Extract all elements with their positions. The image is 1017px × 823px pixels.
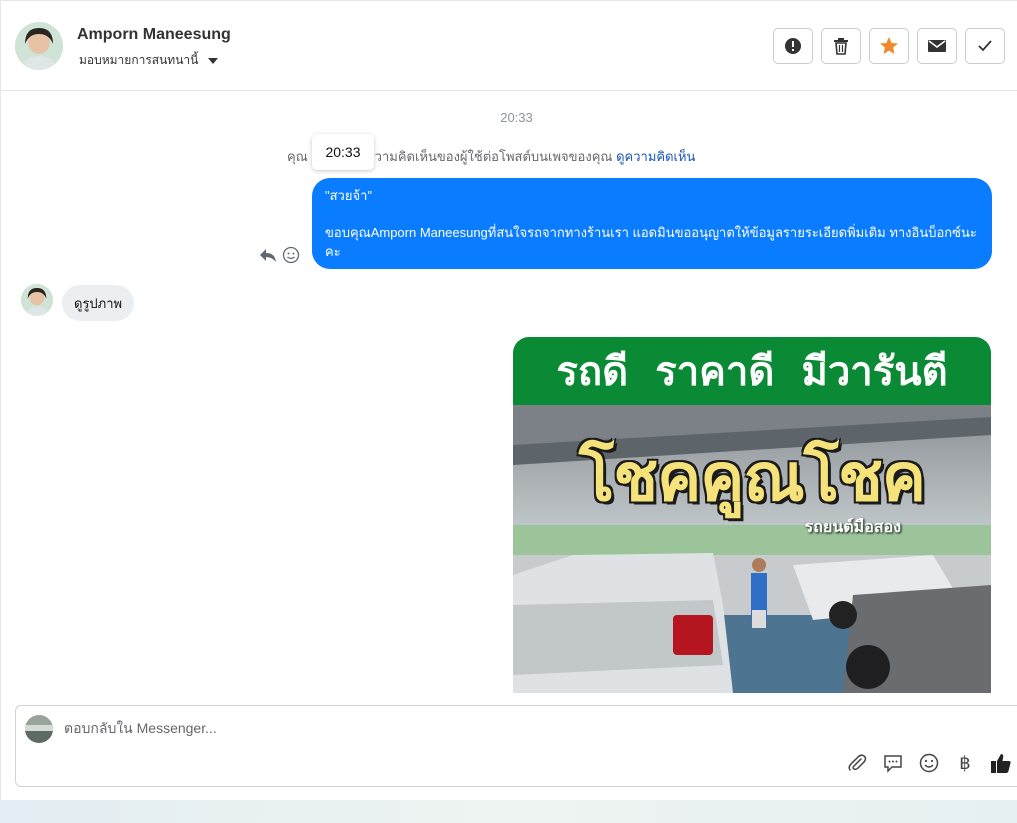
- outgoing-message-bubble[interactable]: "สวยจ้า" ขอบคุณAmporn Maneesungที่สนใจรถ…: [312, 178, 992, 269]
- payment-button[interactable]: ฿: [954, 752, 976, 774]
- reply-input[interactable]: [64, 720, 764, 736]
- emoji-button[interactable]: [918, 752, 940, 774]
- view-comment-link[interactable]: ดูความคิดเห็น: [616, 149, 695, 164]
- saved-reply-icon: [884, 755, 902, 773]
- quoted-comment: "สวยจ้า": [325, 188, 372, 203]
- outgoing-message-text: ขอบคุณAmporn Maneesungที่สนใจรถจากทางร้า…: [325, 225, 977, 259]
- incoming-message-bubble[interactable]: ดูรูปภาพ: [62, 285, 135, 321]
- paperclip-icon: [848, 754, 867, 771]
- shared-image[interactable]: รถดี ราคาดี มีวารันตี โชคคูณโชค รถยนต์มื…: [513, 337, 991, 693]
- attach-file-button[interactable]: [846, 752, 868, 774]
- emoji-icon: [919, 753, 939, 773]
- check-icon: [978, 40, 992, 52]
- delete-button[interactable]: [821, 28, 861, 64]
- thumbs-up-icon: [991, 754, 1011, 773]
- trash-icon: [834, 38, 848, 55]
- notice-text: ลับความคิดเห็นของผู้ใช้ต่อโพสต์บนเพจของค…: [349, 149, 613, 164]
- star-icon: [880, 37, 898, 54]
- chevron-down-icon: [208, 57, 219, 64]
- conversation-panel: Amporn Maneesung มอบหมายการสนทนานี้ 20:3…: [0, 0, 1017, 800]
- notice-prefix: คุณ: [287, 149, 308, 164]
- contact-avatar[interactable]: [15, 22, 63, 70]
- alert-icon: [785, 38, 801, 54]
- emoji-icon[interactable]: [282, 246, 300, 264]
- assign-conversation-dropdown[interactable]: มอบหมายการสนทนานี้: [79, 51, 219, 70]
- time-tooltip: 20:33: [312, 134, 374, 170]
- contact-name[interactable]: Amporn Maneesung: [77, 26, 231, 44]
- mark-done-button[interactable]: [965, 28, 1005, 64]
- sender-avatar[interactable]: [21, 284, 53, 316]
- star-button[interactable]: [869, 28, 909, 64]
- image-title: โชคคูณโชค: [578, 440, 926, 514]
- saved-replies-button[interactable]: [882, 752, 904, 774]
- car-lot-photo: โชคคูณโชค รถยนต์มือสอง: [513, 405, 991, 693]
- assign-label: มอบหมายการสนทนานี้: [79, 53, 199, 67]
- like-button[interactable]: [990, 752, 1012, 774]
- mail-icon: [928, 40, 946, 52]
- image-banner: รถดี ราคาดี มีวารันตี: [513, 337, 991, 405]
- mark-spam-button[interactable]: [773, 28, 813, 64]
- conversation-header: Amporn Maneesung มอบหมายการสนทนานี้: [1, 1, 1017, 91]
- page-footer-strip: [0, 800, 1017, 823]
- message-timestamp: 20:33: [500, 110, 533, 125]
- mark-unread-button[interactable]: [917, 28, 957, 64]
- reply-icon[interactable]: [259, 247, 277, 263]
- message-actions: [259, 246, 300, 264]
- reply-composer: ฿: [15, 705, 1017, 787]
- page-avatar: [25, 715, 53, 743]
- baht-icon: ฿: [959, 752, 971, 773]
- image-subtitle: รถยนต์มือสอง: [804, 519, 901, 536]
